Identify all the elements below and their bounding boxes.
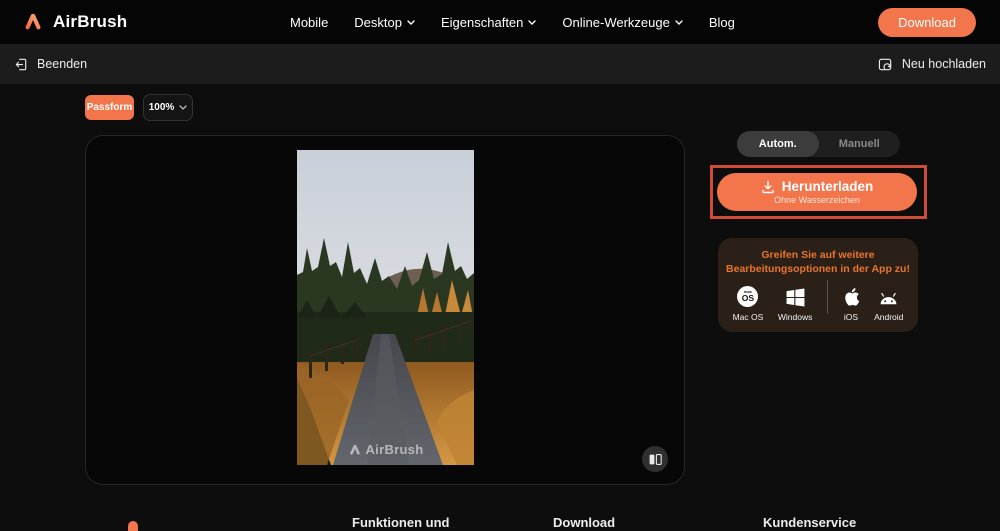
airbrush-logo-icon <box>25 13 41 30</box>
nav-item-desktop[interactable]: Desktop <box>354 15 415 30</box>
nav-item-online-werkzeuge[interactable]: Online-Werkzeuge <box>562 15 683 30</box>
watermark: AirBrush <box>347 442 423 457</box>
footer-logo-icon <box>128 521 138 531</box>
tab-automatic[interactable]: Autom. <box>737 131 819 157</box>
compare-before-after-button[interactable] <box>642 446 668 472</box>
footer: Funktionen und Download Kundenservice <box>0 505 1000 531</box>
promo-title-line2: Bearbeitungsoptionen in der App zu! <box>726 263 910 275</box>
chevron-down-icon <box>407 19 415 25</box>
herunterladen-label: Herunterladen <box>781 179 874 194</box>
brand-name: AirBrush <box>53 12 128 31</box>
footer-col-features: Funktionen und <box>352 515 450 530</box>
herunterladen-button[interactable]: Herunterladen Ohne Wasserzeichen <box>717 173 917 211</box>
no-watermark-label: Ohne Wasserzeichen <box>774 195 860 205</box>
promo-title-line1: Greifen Sie auf weitere <box>761 249 875 261</box>
windows-icon <box>786 288 805 307</box>
platform-ios[interactable]: iOS <box>843 286 860 322</box>
airbrush-watermark-icon <box>349 444 360 455</box>
editor-topbar: Beenden Neu hochladen <box>0 44 1000 84</box>
fit-button[interactable]: Passform <box>85 95 134 120</box>
download-app-button[interactable]: Download <box>878 8 976 37</box>
nav-item-eigenschaften[interactable]: Eigenschaften <box>441 15 537 30</box>
platform-windows[interactable]: Windows <box>778 286 812 322</box>
chevron-down-icon <box>528 19 537 25</box>
photo-preview: AirBrush <box>297 150 474 465</box>
nav-item-blog[interactable]: Blog <box>709 15 735 30</box>
exit-button[interactable]: Beenden <box>14 57 87 72</box>
android-icon <box>880 292 897 305</box>
zoom-level-select[interactable]: 100% <box>143 94 193 121</box>
mode-toggle: Autom. Manuell <box>737 131 900 157</box>
photo-forest-path <box>297 150 474 465</box>
apple-icon <box>844 288 859 306</box>
chevron-down-icon <box>179 105 187 110</box>
watermark-label: AirBrush <box>365 442 424 457</box>
nav-item-mobile[interactable]: Mobile <box>290 15 328 30</box>
platform-android[interactable]: Android <box>874 286 903 322</box>
platform-divider <box>826 280 828 314</box>
platform-macos[interactable]: mac OS Mac OS <box>733 286 763 322</box>
top-navbar: AirBrush Mobile Desktop Eigenschaften On… <box>0 0 1000 44</box>
platform-list: mac OS Mac OS Windows iOS Android <box>718 280 918 322</box>
footer-col-support: Kundenservice <box>763 515 857 530</box>
zoom-level-value: 100% <box>148 102 175 113</box>
reupload-label: Neu hochladen <box>901 57 986 71</box>
editor-canvas: AirBrush <box>85 135 685 485</box>
macos-icon: mac OS <box>737 286 759 307</box>
app-promo-card: Greifen Sie auf weitere Bearbeitungsopti… <box>718 238 918 332</box>
chevron-down-icon <box>675 19 683 25</box>
footer-col-download: Download <box>553 515 616 530</box>
compare-icon <box>649 453 662 465</box>
download-icon <box>762 180 774 193</box>
upload-new-icon <box>878 58 892 70</box>
brand[interactable]: AirBrush <box>22 0 127 44</box>
tab-manual[interactable]: Manuell <box>819 131 901 157</box>
reupload-button[interactable]: Neu hochladen <box>878 57 986 72</box>
exit-icon <box>15 58 27 70</box>
main-nav: Mobile Desktop Eigenschaften Online-Werk… <box>290 0 735 44</box>
exit-label: Beenden <box>37 57 88 71</box>
